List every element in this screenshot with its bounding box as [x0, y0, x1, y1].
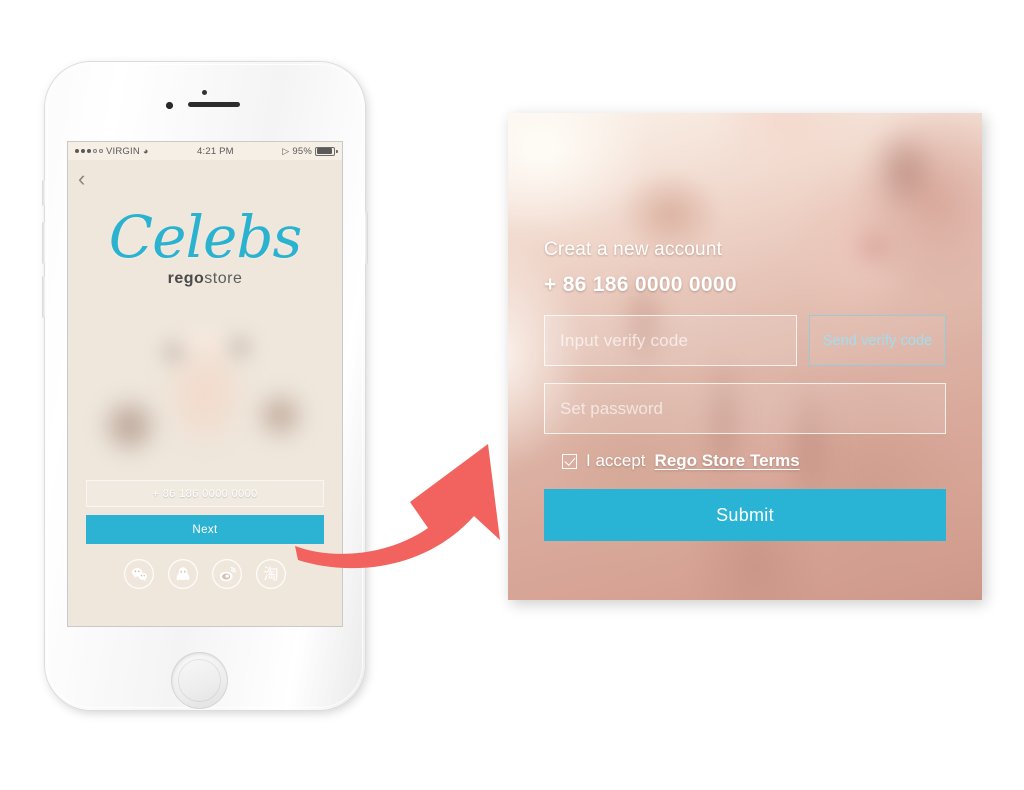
earpiece-speaker [188, 102, 240, 107]
verify-code-input[interactable] [544, 315, 797, 366]
taobao-glyph: 淘 [263, 564, 279, 583]
bluetooth-icon: ▷ [282, 145, 290, 156]
battery-percent-label: 95% [292, 145, 312, 157]
phone-power-button [365, 212, 368, 264]
accept-terms-checkbox[interactable] [562, 453, 577, 469]
terms-row: I accept Rego Store Terms [544, 451, 946, 471]
brand-sub-wordmark: regostore [68, 270, 342, 288]
home-button[interactable] [171, 652, 228, 709]
signal-strength-icon [75, 149, 103, 153]
submit-button[interactable]: Submit [544, 489, 946, 541]
rego-store-terms-link[interactable]: Rego Store Terms [655, 451, 800, 471]
back-button[interactable]: ‹ [78, 168, 85, 190]
signup-phone-number: + 86 186 0000 0000 [544, 273, 737, 296]
taobao-icon[interactable]: 淘 [256, 559, 286, 589]
send-verify-code-button[interactable]: Send verify code [809, 315, 946, 366]
status-bar-right: ▷ 95% [282, 145, 338, 157]
wechat-icon[interactable] [124, 559, 154, 589]
proximity-sensor-icon [202, 90, 207, 95]
carrier-label: VIRGIN [106, 145, 140, 157]
phone-volume-down-button [42, 276, 45, 318]
phone-screen: VIRGIN ◕ 4:21 PM ▷ 95% ‹ Celebs regostor… [68, 142, 342, 626]
verify-code-row: Send verify code [544, 315, 946, 366]
signup-panel: Creat a new account + 86 186 0000 0000 S… [508, 113, 982, 600]
accept-terms-label: I accept [586, 451, 646, 470]
status-bar-time: 4:21 PM [197, 145, 234, 157]
front-camera-icon [166, 102, 173, 109]
phone-silent-switch [42, 180, 45, 206]
weibo-icon[interactable] [212, 559, 242, 589]
phone-mockup: VIRGIN ◕ 4:21 PM ▷ 95% ‹ Celebs regostor… [42, 62, 368, 710]
signup-form: Creat a new account + 86 186 0000 0000 S… [508, 113, 982, 600]
status-bar: VIRGIN ◕ 4:21 PM ▷ 95% [68, 142, 342, 160]
phone-volume-up-button [42, 222, 45, 264]
status-bar-left: VIRGIN ◕ [75, 146, 149, 157]
brand-block: Celebs regostore [68, 208, 342, 288]
brand-wordmark: Celebs [108, 203, 302, 271]
brand-sub-bold: rego [167, 270, 205, 287]
qq-icon[interactable] [168, 559, 198, 589]
signup-title: Creat a new account [544, 239, 723, 260]
set-password-input[interactable] [544, 383, 946, 434]
brand-sub-light: store [204, 270, 243, 287]
phone-number-field[interactable]: + 86 186 0000 0000 [86, 480, 324, 507]
social-login-row: 淘 [68, 559, 342, 589]
next-button[interactable]: Next [86, 515, 324, 544]
battery-icon [315, 147, 338, 156]
